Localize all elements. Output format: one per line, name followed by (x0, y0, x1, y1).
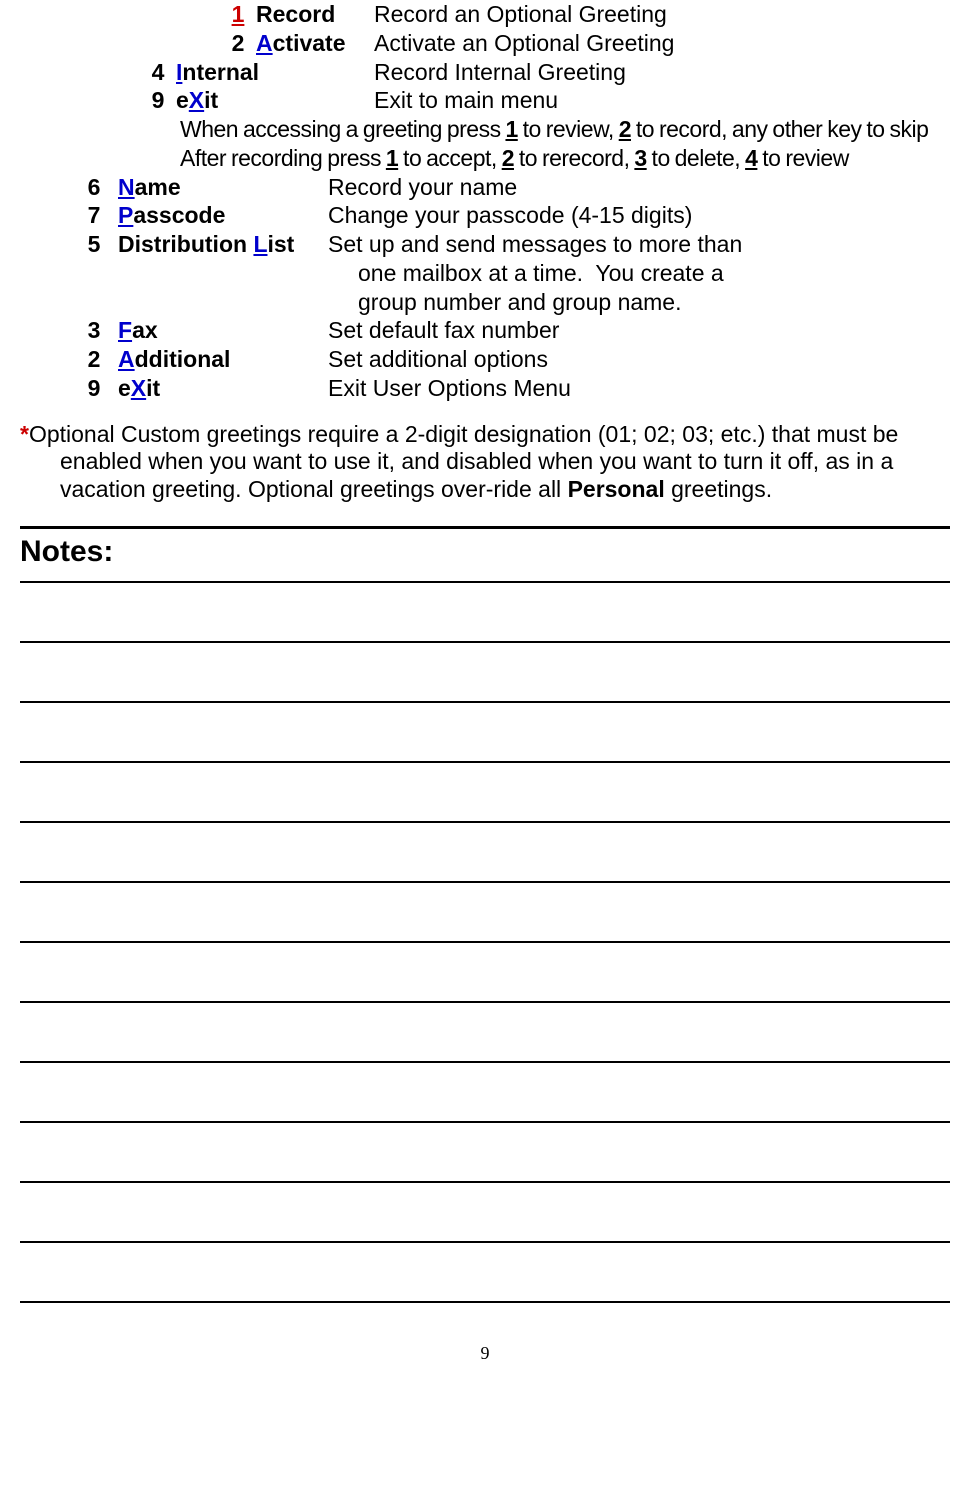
menu-key: 1 (220, 0, 256, 29)
menu-desc: Set additional options (328, 345, 950, 374)
menu-key: 9 (70, 374, 118, 403)
menu-name: Activate (256, 29, 374, 58)
menu-name: Additional (118, 345, 328, 374)
menu-desc: Activate an Optional Greeting (374, 29, 950, 58)
note-line (20, 703, 950, 763)
note-line (20, 643, 950, 703)
menu-item: 6NameRecord your name (70, 173, 950, 202)
instruction-line: When accessing a greeting press 1 to rev… (180, 115, 950, 144)
menu-name: Passcode (118, 201, 328, 230)
note-line (20, 1063, 950, 1123)
menu-key: 6 (70, 173, 118, 202)
menu-key: 2 (70, 345, 118, 374)
page-number: 9 (20, 1343, 950, 1364)
menu-key: 7 (70, 201, 118, 230)
menu-item: 7PasscodeChange your passcode (4-15 digi… (70, 201, 950, 230)
menu-item: 2AdditionalSet additional options (70, 345, 950, 374)
menu-key: 3 (70, 316, 118, 345)
menu-desc: Exit to main menu (374, 86, 950, 115)
menu-item: 5Distribution ListSet up and send messag… (70, 230, 950, 316)
note-line (20, 883, 950, 943)
submenu-item: 2ActivateActivate an Optional Greeting (220, 29, 950, 58)
menu-desc: Record your name (328, 173, 950, 202)
note-line (20, 1003, 950, 1063)
note-line (20, 1183, 950, 1243)
menu-key: 2 (220, 29, 256, 58)
note-line (20, 763, 950, 823)
menu-item: 9eXitExit User Options Menu (70, 374, 950, 403)
notes-section: Notes: (20, 526, 950, 1303)
submenu-item: 4InternalRecord Internal Greeting (140, 58, 950, 87)
menu-name: Fax (118, 316, 328, 345)
notes-heading: Notes: (20, 526, 950, 583)
menu-desc: Change your passcode (4-15 digits) (328, 201, 950, 230)
note-line (20, 1243, 950, 1303)
note-line (20, 583, 950, 643)
menu-section: 1RecordRecord an Optional Greeting2Activ… (20, 0, 950, 403)
menu-desc: Exit User Options Menu (328, 374, 950, 403)
footnote: *Optional Custom greetings require a 2-d… (20, 421, 950, 504)
menu-key: 4 (140, 58, 176, 87)
menu-name: Record (256, 0, 374, 29)
menu-name: Distribution List (118, 230, 328, 259)
note-line (20, 1123, 950, 1183)
note-line (20, 823, 950, 883)
menu-key: 9 (140, 86, 176, 115)
menu-name: Name (118, 173, 328, 202)
asterisk: * (20, 421, 29, 447)
menu-item: 3Fax Set default fax number (70, 316, 950, 345)
submenu-item: 1RecordRecord an Optional Greeting (220, 0, 950, 29)
menu-desc: Record Internal Greeting (374, 58, 950, 87)
menu-name: Internal (176, 58, 374, 87)
menu-name: eXit (118, 374, 328, 403)
menu-key: 5 (70, 230, 118, 259)
note-line (20, 943, 950, 1003)
menu-name: eXit (176, 86, 374, 115)
menu-desc: Record an Optional Greeting (374, 0, 950, 29)
menu-desc: Set up and send messages to more thanone… (328, 230, 950, 316)
instruction-line: After recording press 1 to accept, 2 to … (180, 144, 950, 173)
menu-desc: Set default fax number (328, 316, 950, 345)
submenu-item: 9eXitExit to main menu (140, 86, 950, 115)
